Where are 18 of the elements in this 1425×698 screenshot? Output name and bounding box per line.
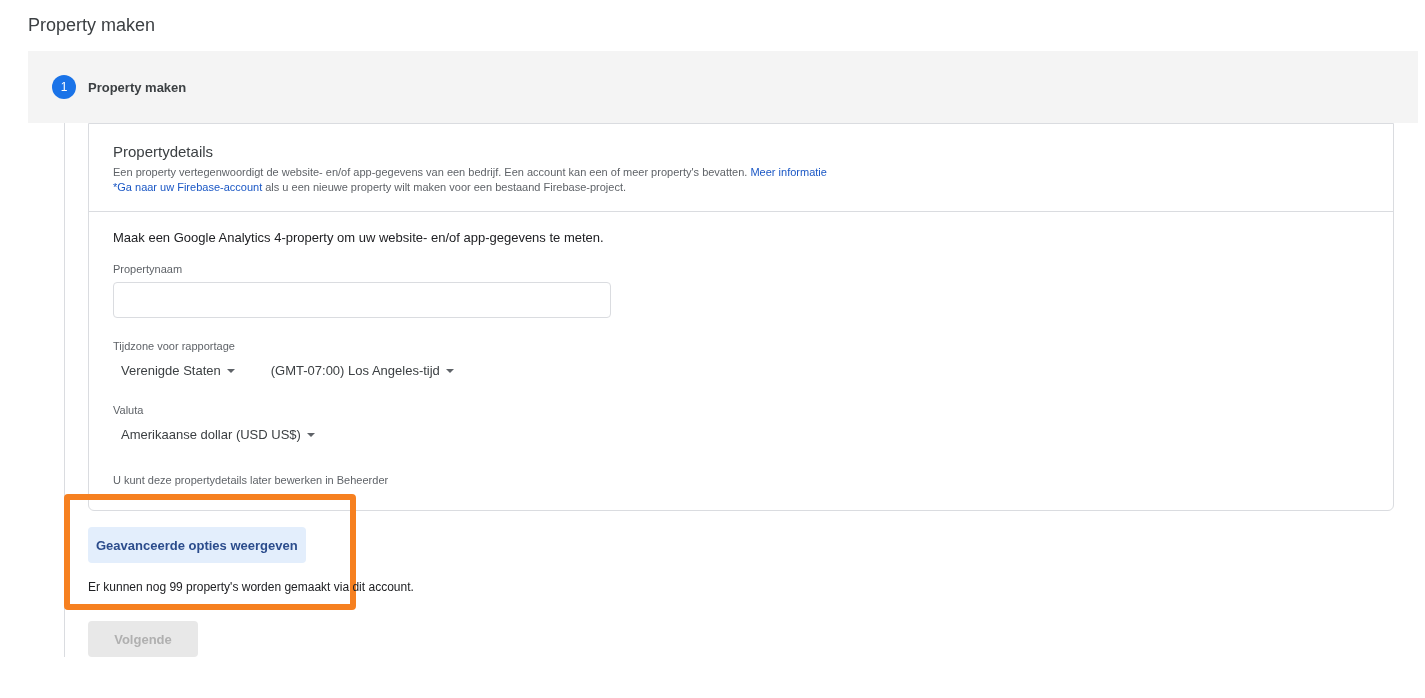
step-label: Property maken bbox=[88, 79, 187, 95]
property-name-field[interactable] bbox=[113, 282, 611, 318]
currency-dropdown[interactable]: Amerikaanse dollar (USD US$) bbox=[113, 423, 323, 446]
timezone-dropdown[interactable]: (GMT-07:00) Los Angeles-tijd bbox=[262, 359, 462, 382]
step-number-badge: 1 bbox=[52, 75, 76, 99]
field-label: Valuta bbox=[113, 404, 145, 416]
description-text: Een property vertegenwoordigt de website- en/of app-gegevens van een bedrijf. Een account kan een of meer property's bevatten. bbox=[113, 166, 748, 178]
firebase-link[interactable]: *Ga naar uw Firebase-account bbox=[113, 181, 263, 193]
advanced-options-button[interactable]: Geavanceerde opties weergeven bbox=[88, 527, 306, 563]
page-title: Property maken bbox=[27, 14, 157, 37]
country-dropdown[interactable]: Verenigde Staten bbox=[113, 359, 243, 382]
note-text: U kunt deze propertydetails later bewerken in Beheerder bbox=[113, 474, 390, 486]
firebase-text: als u een nieuwe property wilt maken voor een bestaand Firebase-project. bbox=[265, 181, 626, 193]
field-label: Propertynaam bbox=[113, 263, 184, 275]
field-label: Tijdzone voor rapportage bbox=[113, 340, 236, 352]
more-info-link[interactable]: Meer informatie bbox=[750, 166, 827, 178]
intro-text: Maak een Google Analytics 4-property om uw website- en/of app-gegevens te meten. bbox=[113, 230, 605, 245]
section-title: Propertydetails bbox=[113, 143, 215, 160]
